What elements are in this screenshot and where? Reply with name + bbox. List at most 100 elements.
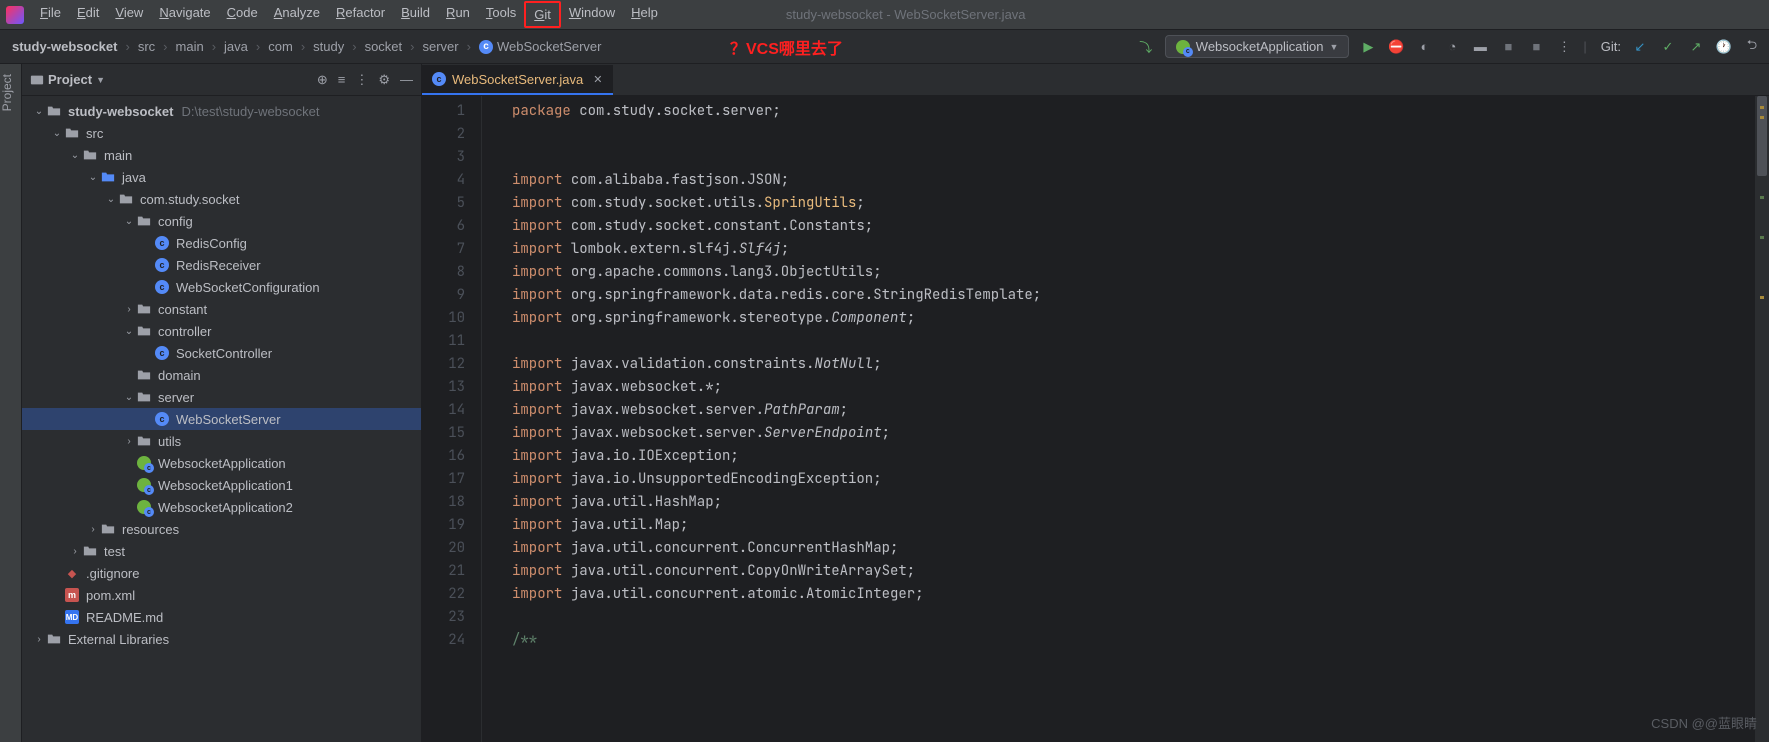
code-area[interactable]: package com.study.socket.server; import c… [482,96,1755,742]
breadcrumb-crumb[interactable]: main [172,37,208,56]
breadcrumb-crumb[interactable]: src [134,37,159,56]
expand-all-icon[interactable]: ≡ [338,72,346,88]
breadcrumb-crumb[interactable]: cWebSocketServer [475,37,606,56]
code-line[interactable]: import java.util.concurrent.CopyOnWriteA… [512,560,1755,583]
menu-analyze[interactable]: Analyze [266,1,328,28]
tree-arrow-icon[interactable]: ⌄ [122,392,136,403]
git-push-icon[interactable]: ↗ [1687,38,1705,56]
menu-tools[interactable]: Tools [478,1,524,28]
tree-arrow-icon[interactable]: ⌄ [68,150,82,161]
tree-arrow-icon[interactable]: › [122,436,136,447]
tree-item[interactable]: WebsocketApplication2 [22,496,421,518]
collapse-all-icon[interactable]: ⋮ [355,72,368,88]
tree-item[interactable]: MDREADME.md [22,606,421,628]
tree-item[interactable]: ⌄main [22,144,421,166]
more-icon[interactable]: ⋮ [1555,38,1573,56]
breadcrumb-crumb[interactable]: com [264,37,297,56]
tree-arrow-icon[interactable]: › [86,524,100,535]
breadcrumb-crumb[interactable]: socket [361,37,407,56]
project-tool-tab[interactable]: Project [0,74,21,111]
tree-item[interactable]: ›External Libraries [22,628,421,650]
tree-item[interactable]: ›test [22,540,421,562]
editor-tab-active[interactable]: c WebSocketServer.java ✕ [422,65,613,95]
tree-item[interactable]: ⌄src [22,122,421,144]
rollback-icon[interactable]: ⮌ [1743,38,1761,56]
git-update-icon[interactable]: ↙ [1631,38,1649,56]
stop2-icon[interactable]: ■ [1527,38,1545,56]
code-line[interactable]: import java.util.concurrent.atomic.Atomi… [512,583,1755,606]
tree-arrow-icon[interactable]: ⌄ [32,106,46,117]
select-opened-icon[interactable]: ⊕ [317,72,328,88]
tree-item[interactable]: ⌄controller [22,320,421,342]
code-line[interactable] [512,330,1755,353]
profile-icon[interactable]: ◔ [1443,38,1461,56]
stop-icon[interactable]: ■ [1499,38,1517,56]
tree-item[interactable]: cRedisConfig [22,232,421,254]
run-icon[interactable]: ▶ [1359,38,1377,56]
code-line[interactable]: import org.springframework.stereotype.Co… [512,307,1755,330]
breadcrumb-crumb[interactable]: study-websocket [8,37,121,56]
tree-item[interactable]: ⌄java [22,166,421,188]
tree-item[interactable]: cWebSocketServer [22,408,421,430]
menu-code[interactable]: Code [219,1,266,28]
project-panel-title[interactable]: Project ▼ [30,72,105,87]
code-line[interactable]: import java.io.UnsupportedEncodingExcept… [512,468,1755,491]
git-commit-icon[interactable]: ✓ [1659,38,1677,56]
tree-arrow-icon[interactable]: ⌄ [86,172,100,183]
tree-item[interactable]: WebsocketApplication [22,452,421,474]
breadcrumb-crumb[interactable]: java [220,37,252,56]
tree-arrow-icon[interactable]: › [32,634,46,645]
code-line[interactable]: import javax.websocket.*; [512,376,1755,399]
code-line[interactable]: package com.study.socket.server; [512,100,1755,123]
code-line[interactable]: /** [512,629,1755,652]
tree-item[interactable]: cWebSocketConfiguration [22,276,421,298]
menu-git[interactable]: Git [524,1,561,28]
tree-arrow-icon[interactable]: ⌄ [104,194,118,205]
tree-item[interactable]: ›utils [22,430,421,452]
tree-item[interactable]: cSocketController [22,342,421,364]
tree-arrow-icon[interactable]: › [122,304,136,315]
code-line[interactable] [512,606,1755,629]
editor-scrollbar[interactable] [1755,96,1769,742]
code-line[interactable]: import java.util.Map; [512,514,1755,537]
menu-file[interactable]: File [32,1,69,28]
tree-item[interactable]: cRedisReceiver [22,254,421,276]
attach-icon[interactable]: ▬ [1471,38,1489,56]
menu-edit[interactable]: Edit [69,1,107,28]
code-line[interactable]: import com.alibaba.fastjson.JSON; [512,169,1755,192]
code-line[interactable]: import javax.websocket.server.PathParam; [512,399,1755,422]
build-hammer-icon[interactable]: ⤵ [1137,38,1155,56]
code-line[interactable]: import org.springframework.data.redis.co… [512,284,1755,307]
tree-item[interactable]: domain [22,364,421,386]
tree-item[interactable]: ›constant [22,298,421,320]
run-config-selector[interactable]: WebsocketApplication ▼ [1165,35,1350,58]
code-line[interactable]: import javax.validation.constraints.NotN… [512,353,1755,376]
code-line[interactable]: import com.study.socket.utils.SpringUtil… [512,192,1755,215]
tree-item[interactable]: ⌄server [22,386,421,408]
tree-arrow-icon[interactable]: ⌄ [122,216,136,227]
tree-arrow-icon[interactable]: ⌄ [50,128,64,139]
code-line[interactable]: import lombok.extern.slf4j.Slf4j; [512,238,1755,261]
breadcrumb-crumb[interactable]: server [419,37,463,56]
tree-item[interactable]: ⌄config [22,210,421,232]
menu-view[interactable]: View [107,1,151,28]
code-line[interactable]: import javax.websocket.server.ServerEndp… [512,422,1755,445]
code-line[interactable] [512,123,1755,146]
tree-arrow-icon[interactable]: › [68,546,82,557]
tree-item[interactable]: ◆.gitignore [22,562,421,584]
tree-arrow-icon[interactable]: ⌄ [122,326,136,337]
debug-icon[interactable]: ⛔ [1387,38,1405,56]
code-line[interactable]: import com.study.socket.constant.Constan… [512,215,1755,238]
code-line[interactable] [512,146,1755,169]
code-line[interactable]: import java.io.IOException; [512,445,1755,468]
menu-build[interactable]: Build [393,1,438,28]
tree-item[interactable]: mpom.xml [22,584,421,606]
menu-help[interactable]: Help [623,1,666,28]
menu-navigate[interactable]: Navigate [151,1,218,28]
menu-window[interactable]: Window [561,1,623,28]
tree-item[interactable]: WebsocketApplication1 [22,474,421,496]
tree-item[interactable]: ⌄com.study.socket [22,188,421,210]
tree-root[interactable]: ⌄study-websocketD:\test\study-websocket [22,100,421,122]
run-coverage-icon[interactable]: ◐ [1415,38,1433,56]
code-line[interactable]: import org.apache.commons.lang3.ObjectUt… [512,261,1755,284]
